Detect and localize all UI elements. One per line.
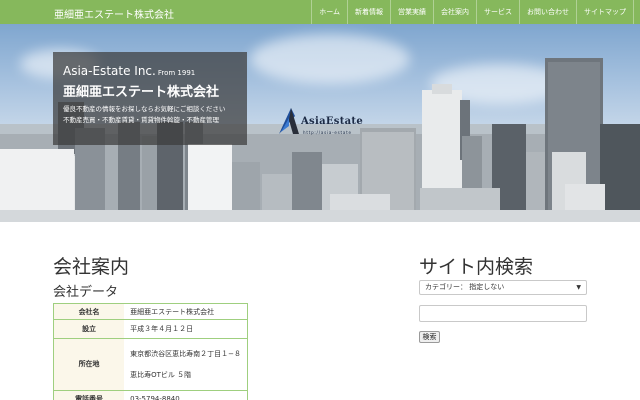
- category-select-value: カテゴリー： 指定しない: [425, 283, 505, 291]
- asia-estate-logo: AsiaEstate http://asia-estate: [277, 106, 373, 140]
- nav-home[interactable]: ホーム: [311, 0, 347, 24]
- hero-title-en-text: Asia-Estate Inc.: [63, 64, 156, 78]
- hero-banner: Asia-Estate Inc. From 1991 亜細亜エステート株式会社 優…: [0, 24, 640, 222]
- hero-desc-line1: 優良不動産の情報をお探しならお気軽にご相談ください: [63, 105, 226, 113]
- nav-results[interactable]: 営業実績: [390, 0, 433, 24]
- address-line2: 恵比寿OTビル ５階: [130, 370, 192, 379]
- chevron-down-icon: ▼: [576, 284, 581, 291]
- hero-description: 優良不動産の情報をお探しならお気軽にご相談ください 不動産売買・不動産賃貸・賃貸…: [63, 104, 237, 126]
- nav-contact[interactable]: お問い合わせ: [519, 0, 576, 24]
- main-content: 会社案内 会社データ 会社名 亜細亜エステート株式会社 設立 平成３年４月１２日…: [0, 222, 640, 400]
- site-title-link[interactable]: 亜細亜エステート株式会社: [54, 6, 174, 21]
- table-key: 設立: [53, 319, 125, 339]
- logo-mark-icon: [279, 108, 299, 134]
- address-line1: 東京都渋谷区恵比寿南２丁目１−８: [130, 349, 241, 358]
- nav-services[interactable]: サービス: [476, 0, 519, 24]
- table-row: 会社名 亜細亜エステート株式会社: [53, 303, 248, 320]
- search-button[interactable]: 検索: [419, 331, 440, 343]
- page-heading: 会社案内: [53, 256, 130, 278]
- table-key: 会社名: [53, 303, 125, 320]
- table-value: 03-5794-8840: [124, 390, 248, 400]
- search-heading: サイト内検索: [419, 256, 534, 278]
- hero-since: From 1991: [157, 69, 196, 77]
- table-value: 亜細亜エステート株式会社: [124, 303, 248, 320]
- hero-title-en: Asia-Estate Inc. From 1991: [63, 64, 237, 78]
- category-select[interactable]: カテゴリー： 指定しない ▼: [419, 280, 587, 295]
- search-input[interactable]: [419, 305, 587, 322]
- hero-overlay-box: Asia-Estate Inc. From 1991 亜細亜エステート株式会社 優…: [53, 52, 247, 145]
- nav-sitemap[interactable]: サイトマップ: [576, 0, 634, 24]
- table-key: 所在地: [53, 338, 125, 391]
- table-row: 電話番号 03-5794-8840: [53, 390, 248, 400]
- logo-wordmark: AsiaEstate: [301, 116, 363, 127]
- table-row: 所在地 東京都渋谷区恵比寿南２丁目１−８ 恵比寿OTビル ５階: [53, 338, 248, 391]
- table-key: 電話番号: [53, 390, 125, 400]
- hero-title-jp: 亜細亜エステート株式会社: [63, 85, 220, 100]
- nav-news[interactable]: 新着情報: [347, 0, 390, 24]
- table-value: 平成３年４月１２日: [124, 319, 248, 339]
- table-row: 設立 平成３年４月１２日: [53, 319, 248, 339]
- section-heading: 会社データ: [53, 285, 119, 300]
- table-value: 東京都渋谷区恵比寿南２丁目１−８ 恵比寿OTビル ５階: [124, 338, 248, 391]
- company-data-table: 会社名 亜細亜エステート株式会社 設立 平成３年４月１２日 所在地 東京都渋谷区…: [53, 303, 248, 400]
- nav-company[interactable]: 会社案内: [433, 0, 476, 24]
- hero-desc-line2: 不動産売買・不動産賃貸・賃貸物件斡旋・不動産管理: [63, 116, 219, 124]
- logo-url-text: http://asia-estate: [303, 130, 352, 135]
- main-nav: ホーム 新着情報 営業実績 会社案内 サービス お問い合わせ サイトマップ: [311, 0, 634, 24]
- top-nav-bar: 亜細亜エステート株式会社 ホーム 新着情報 営業実績 会社案内 サービス お問い…: [0, 0, 640, 24]
